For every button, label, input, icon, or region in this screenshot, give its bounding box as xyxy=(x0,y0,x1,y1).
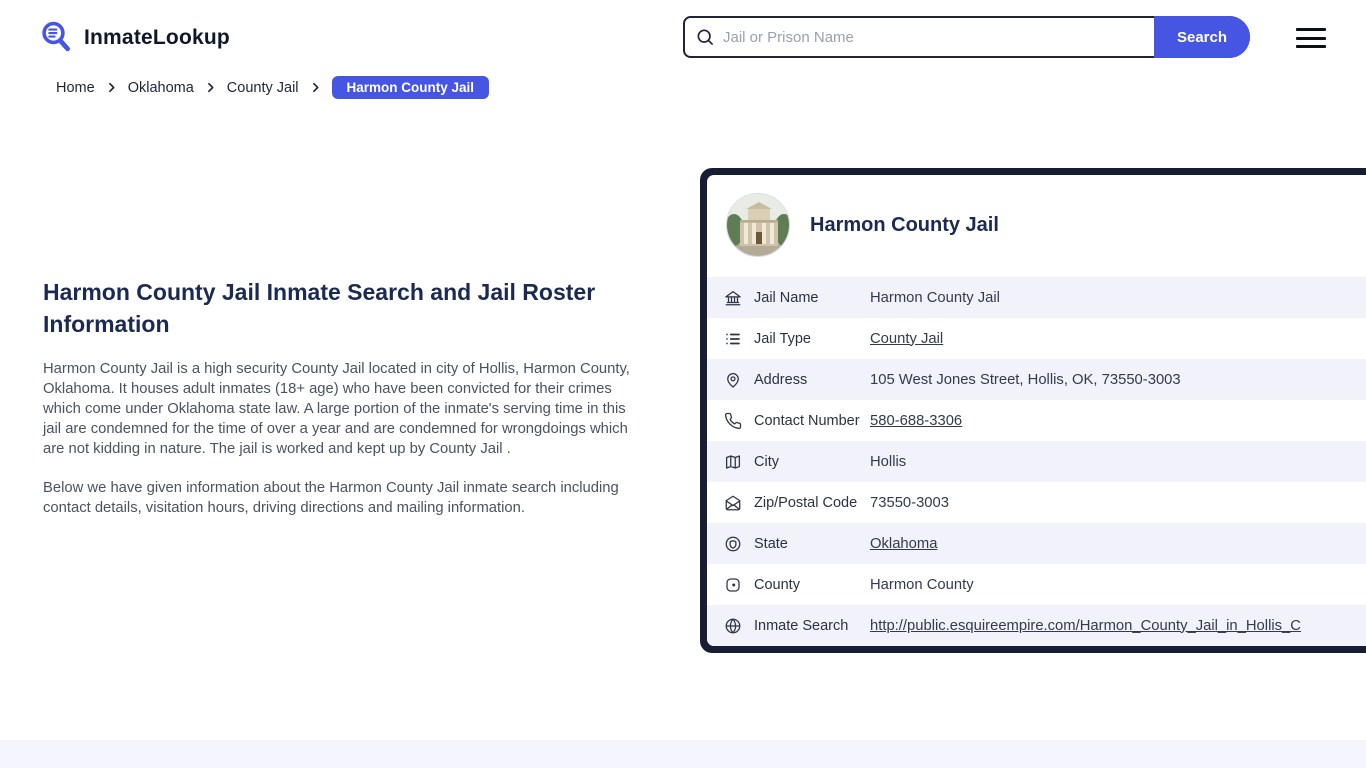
card-header: Harmon County Jail xyxy=(707,175,1366,275)
table-row-city: City Hollis xyxy=(707,441,1366,482)
table-row-county: County Harmon County xyxy=(707,564,1366,605)
table-row-jail-type: Jail Type County Jail xyxy=(707,318,1366,359)
chevron-right-icon xyxy=(204,81,217,94)
table-row-jail-name: Jail Name Harmon County Jail xyxy=(707,277,1366,318)
breadcrumb-home[interactable]: Home xyxy=(56,80,95,96)
mail-icon xyxy=(724,494,742,512)
table-row-zip-code: Zip/Postal Code 73550-3003 xyxy=(707,482,1366,523)
footer-band xyxy=(0,740,1366,768)
county-marker-icon xyxy=(724,576,742,594)
jail-type-link[interactable]: County Jail xyxy=(870,331,943,347)
brand-logo[interactable]: InmateLookup xyxy=(40,20,230,56)
breadcrumb: Home Oklahoma County Jail Harmon County … xyxy=(56,76,490,99)
chevron-right-icon xyxy=(105,81,118,94)
jail-search-bar[interactable]: Search xyxy=(683,16,1250,58)
table-row-contact-number: Contact Number 580-688-3306 xyxy=(707,400,1366,441)
chevron-right-icon xyxy=(309,81,322,94)
search-input[interactable] xyxy=(715,28,1154,46)
table-row-state: State Oklahoma xyxy=(707,523,1366,564)
list-icon xyxy=(724,330,742,348)
table-row-address: Address 105 West Jones Street, Hollis, O… xyxy=(707,359,1366,400)
state-globe-icon xyxy=(724,535,742,553)
page-title: Harmon County Jail Inmate Search and Jai… xyxy=(43,279,596,337)
jail-info-table: Jail Name Harmon County Jail Jail Type C… xyxy=(707,275,1366,646)
jail-photo xyxy=(726,193,790,257)
search-button[interactable]: Search xyxy=(1154,16,1250,58)
article-paragraph: Below we have given information about th… xyxy=(43,480,619,516)
table-row-inmate-search: Inmate Search http://public.esquireempir… xyxy=(707,605,1366,646)
contact-number-link[interactable]: 580-688-3306 xyxy=(870,413,962,429)
map-icon xyxy=(724,453,742,471)
inmate-search-link[interactable]: http://public.esquireempire.com/Harmon_C… xyxy=(870,618,1301,634)
brand-name: InmateLookup xyxy=(84,26,230,49)
bank-icon xyxy=(724,289,742,307)
breadcrumb-oklahoma[interactable]: Oklahoma xyxy=(128,80,194,96)
magnifier-list-icon xyxy=(40,20,74,56)
breadcrumb-county-jail[interactable]: County Jail xyxy=(227,80,299,96)
phone-icon xyxy=(724,412,742,430)
jail-detail-card: Harmon County Jail Jail Name Harmon Coun… xyxy=(700,168,1366,653)
jail-card-title: Harmon County Jail xyxy=(810,213,999,236)
hamburger-menu-icon[interactable] xyxy=(1296,26,1326,50)
article-paragraph: Harmon County Jail is a high security Co… xyxy=(43,361,630,457)
map-pin-icon xyxy=(724,371,742,389)
breadcrumb-current-badge: Harmon County Jail xyxy=(331,76,490,99)
web-globe-icon xyxy=(724,617,742,635)
article-section: Harmon County Jail Inmate Search and Jai… xyxy=(43,276,631,518)
search-icon xyxy=(695,27,715,47)
state-link[interactable]: Oklahoma xyxy=(870,536,937,552)
